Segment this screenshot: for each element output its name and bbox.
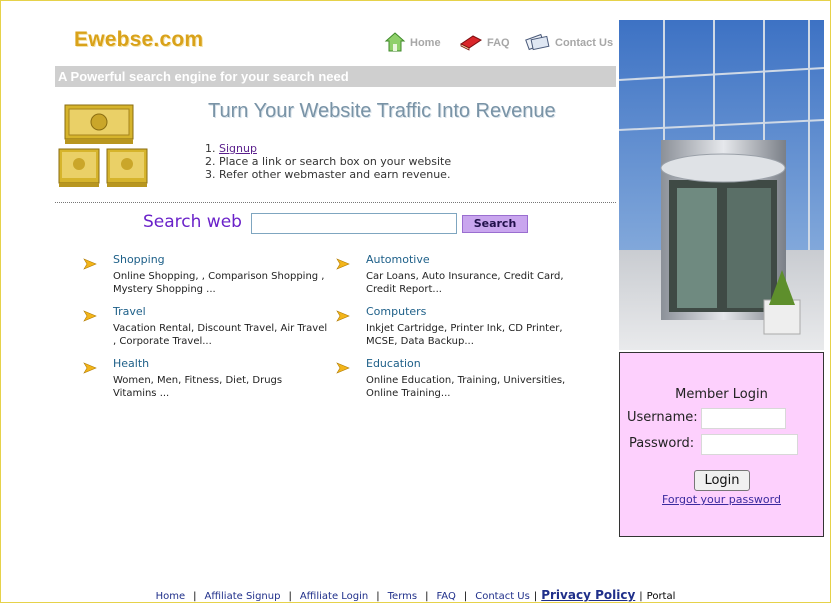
password-label: Password: bbox=[629, 436, 695, 451]
home-icon bbox=[384, 31, 406, 56]
search-input[interactable] bbox=[251, 213, 457, 234]
category-desc: Inkjet Cartridge, Printer Ink, CD Printe… bbox=[366, 323, 563, 347]
footer-contact-link[interactable]: Contact Us bbox=[475, 591, 530, 602]
category-desc: Online Shopping, , Comparison Shopping ,… bbox=[113, 271, 325, 295]
category-title-link[interactable]: Automotive bbox=[366, 253, 430, 266]
arrow-icon bbox=[83, 307, 97, 326]
nav-home-link[interactable]: Home bbox=[384, 30, 441, 56]
arrow-icon bbox=[336, 359, 350, 378]
money-stack-right bbox=[106, 148, 148, 187]
login-title: Member Login bbox=[675, 387, 768, 402]
search-label: Search web bbox=[143, 212, 242, 232]
nav-contact-label: Contact Us bbox=[555, 37, 614, 49]
category-title-link[interactable]: Health bbox=[113, 357, 149, 370]
search-button[interactable]: Search bbox=[462, 215, 528, 233]
step-1: 1. Signup bbox=[205, 142, 257, 155]
promo-steps: 1. Signup 2. Place a link or search box … bbox=[205, 142, 451, 181]
step-2: 2. Place a link or search box on your we… bbox=[205, 155, 452, 168]
promo-headline: Turn Your Website Traffic Into Revenue bbox=[208, 100, 556, 122]
cards-icon bbox=[525, 31, 551, 56]
arrow-icon bbox=[83, 255, 97, 274]
footer-privacy-link[interactable]: Privacy Policy bbox=[541, 588, 635, 602]
category-title-link[interactable]: Computers bbox=[366, 305, 426, 318]
category-desc: Women, Men, Fitness, Diet, Drugs Vitamin… bbox=[113, 375, 283, 399]
footer-affiliate-signup-link[interactable]: Affiliate Signup bbox=[205, 591, 281, 602]
building-photo bbox=[618, 20, 825, 350]
step-3: 3. Refer other webmaster and earn revenu… bbox=[205, 168, 451, 181]
category-title-link[interactable]: Travel bbox=[113, 305, 146, 318]
nav-faq-link[interactable]: FAQ bbox=[459, 30, 510, 56]
money-stack-left bbox=[58, 148, 100, 187]
arrow-icon bbox=[83, 359, 97, 378]
signup-link[interactable]: Signup bbox=[219, 142, 257, 155]
site-logo[interactable]: Ewebse.com bbox=[74, 28, 203, 52]
money-stack-top bbox=[64, 104, 134, 144]
footer-links: Home | Affiliate Signup | Affiliate Login | Te… bbox=[155, 588, 676, 602]
nav-faq-label: FAQ bbox=[487, 37, 510, 49]
footer-home-link[interactable]: Home bbox=[156, 591, 186, 602]
category-title-link[interactable]: Shopping bbox=[113, 253, 165, 266]
category-desc: Car Loans, Auto Insurance, Credit Card, … bbox=[366, 271, 564, 295]
username-label: Username: bbox=[627, 410, 698, 425]
username-input[interactable] bbox=[701, 408, 786, 429]
footer-affiliate-login-link[interactable]: Affiliate Login bbox=[300, 591, 368, 602]
arrow-icon bbox=[336, 307, 350, 326]
nav-home-label: Home bbox=[410, 37, 441, 49]
forgot-password-link[interactable]: Forgot your password bbox=[620, 493, 823, 506]
book-icon bbox=[459, 32, 483, 55]
category-desc: Online Education, Training, Universities… bbox=[366, 375, 566, 399]
dotted-divider bbox=[55, 202, 616, 203]
member-login-panel: Member Login Username: Password: Login F… bbox=[619, 352, 824, 537]
nav-contact-link[interactable]: Contact Us bbox=[525, 30, 613, 56]
login-button[interactable]: Login bbox=[694, 470, 750, 491]
category-title-link[interactable]: Education bbox=[366, 357, 421, 370]
footer-terms-link[interactable]: Terms bbox=[388, 591, 417, 602]
password-input[interactable] bbox=[701, 434, 798, 455]
footer-faq-link[interactable]: FAQ bbox=[436, 591, 455, 602]
footer-portal-link[interactable]: Portal bbox=[647, 591, 676, 602]
tagline-bar: A Powerful search engine for your search… bbox=[55, 66, 616, 87]
arrow-icon bbox=[336, 255, 350, 274]
category-desc: Vacation Rental, Discount Travel, Air Tr… bbox=[113, 323, 328, 347]
money-stacks-image bbox=[55, 101, 151, 189]
